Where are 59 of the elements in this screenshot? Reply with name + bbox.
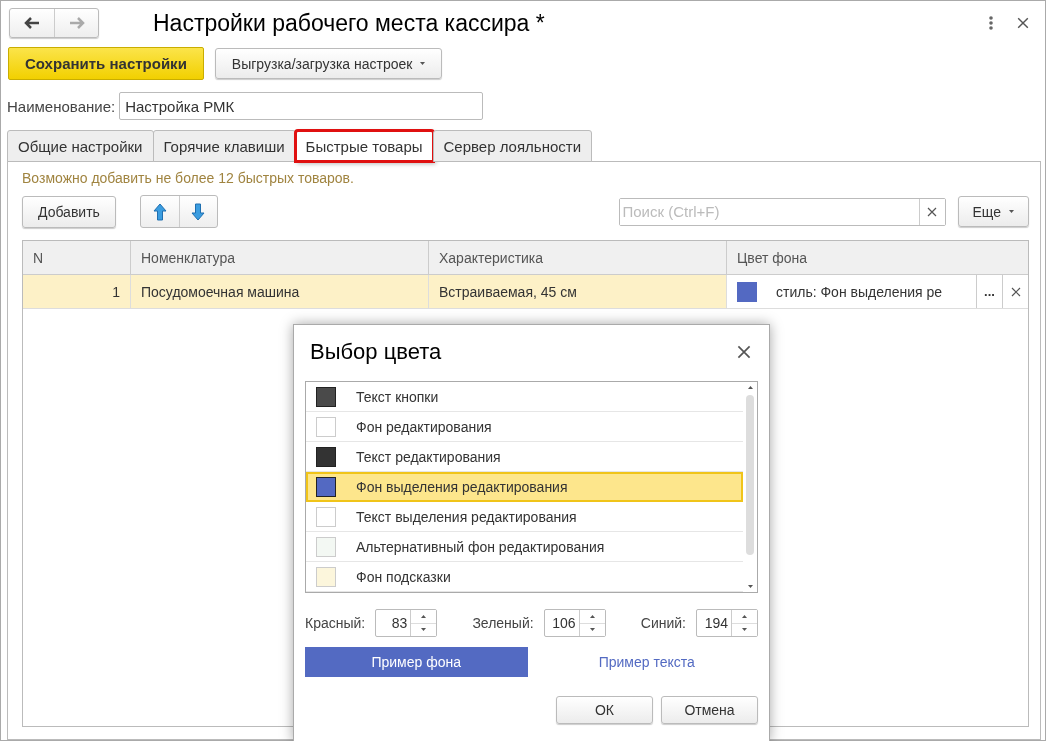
channel-label: Зеленый: xyxy=(472,615,534,631)
table-cell-text: стиль: Фон выделения ре xyxy=(776,283,944,300)
arrow-up-icon xyxy=(152,202,167,221)
more-dropdown[interactable]: Еще xyxy=(957,196,1029,227)
tab[interactable]: Сервер лояльности xyxy=(432,130,592,162)
clear-search-button[interactable] xyxy=(918,198,945,225)
channel-spin-field[interactable]: 106 xyxy=(543,609,606,637)
dialog-title: Выбор цвета xyxy=(310,339,443,365)
color-name: Текст кнопки xyxy=(356,388,439,405)
scroll-up-icon xyxy=(747,386,753,389)
channel-label: Красный: xyxy=(305,615,366,631)
caret-down-icon xyxy=(420,62,426,65)
clear-icon xyxy=(927,206,937,217)
column-header: Цвет фона xyxy=(727,241,1028,275)
column-header: Номенклатура xyxy=(131,241,429,275)
caret-up-icon xyxy=(421,614,427,618)
arrow-right-icon xyxy=(68,17,85,29)
caret-down-icon xyxy=(589,628,595,632)
caret-down-icon xyxy=(742,628,747,632)
tab[interactable]: Общие настройки xyxy=(7,130,154,162)
save-settings-button[interactable]: Сохранить настройки xyxy=(8,47,204,80)
arrow-left-icon xyxy=(24,17,40,29)
color-name: Текст выделения редактирования xyxy=(356,508,577,525)
name-input-field[interactable]: Настройка РМК xyxy=(119,92,484,120)
clear-icon xyxy=(1010,286,1021,297)
add-button[interactable]: Добавить xyxy=(22,195,116,228)
tab[interactable]: Горячие клавиши xyxy=(152,130,296,162)
hint-text: Возможно добавить не более 12 быстрых товаров. xyxy=(22,170,355,186)
cancel-button[interactable]: Отмена xyxy=(661,696,758,724)
table-cell: Посудомоечная машина xyxy=(131,275,429,309)
close-icon xyxy=(737,345,751,359)
scroll-down-icon xyxy=(747,585,753,588)
channel-label: Синий: xyxy=(640,615,686,631)
more-vertical-icon xyxy=(989,16,993,30)
color-list-item[interactable]: Фон выделения редактирования xyxy=(306,472,743,502)
tab[interactable]: Быстрые товары xyxy=(294,130,434,162)
table-cell: 1 xyxy=(23,275,131,309)
caret-up-icon xyxy=(742,614,747,618)
arrow-down-icon xyxy=(191,202,206,221)
color-name: Фон редактирования xyxy=(356,418,492,435)
table-cell: Встраиваемая, 45 см xyxy=(429,275,727,309)
color-name: Фон выделения редактирования xyxy=(356,478,568,495)
export-import-dropdown[interactable]: Выгрузка/загрузка настроек xyxy=(214,48,443,79)
caret-up-icon xyxy=(589,614,595,618)
text-sample: Пример текста xyxy=(597,653,696,672)
channel-spin-field[interactable]: 194 xyxy=(696,609,758,637)
color-name: Текст редактирования xyxy=(356,448,501,465)
background-sample: Пример фона xyxy=(305,647,528,677)
close-icon xyxy=(1017,17,1029,29)
column-header: N xyxy=(23,241,131,275)
channel-spin-field[interactable]: 83 xyxy=(375,609,438,637)
color-name: Альтернативный фон редактирования xyxy=(356,538,605,555)
window-title: Настройки рабочего места кассира * xyxy=(153,9,546,37)
ok-button[interactable]: ОК xyxy=(556,696,653,724)
name-label: Наименование: xyxy=(7,97,116,115)
caret-down-icon xyxy=(421,628,427,632)
caret-down-icon xyxy=(1009,210,1014,213)
column-header: Характеристика xyxy=(429,241,727,275)
color-name: Фон подсказки xyxy=(356,568,451,585)
